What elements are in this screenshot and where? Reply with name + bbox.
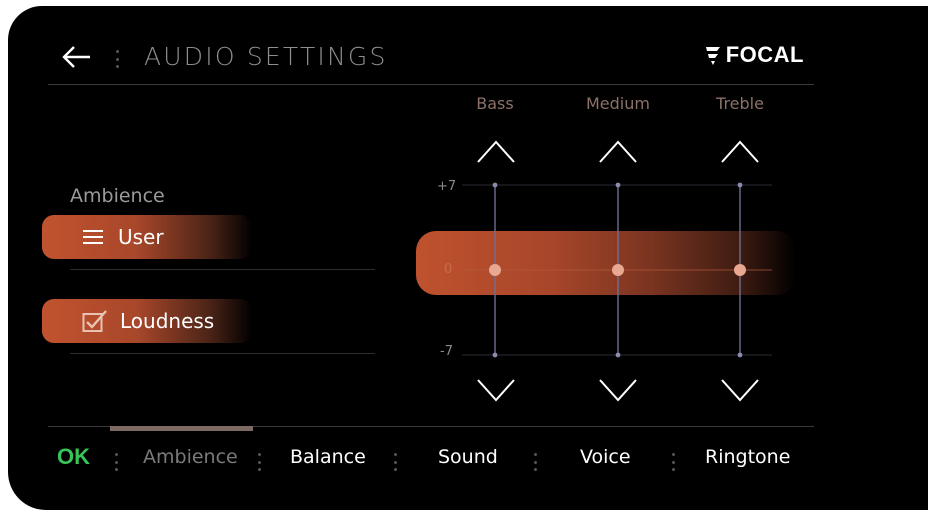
ok-button[interactable]: OK: [57, 444, 90, 470]
equalizer-graph: [462, 182, 772, 358]
treble-down-button[interactable]: [720, 378, 760, 404]
separator-dots-icon: [394, 453, 397, 471]
tab-balance[interactable]: Balance: [290, 446, 366, 468]
separator-dots-icon: [534, 453, 537, 471]
chevron-down-icon: [599, 379, 637, 402]
separator-dots-icon: [115, 453, 118, 471]
bass-slider-knob[interactable]: [489, 264, 501, 276]
medium-slider-knob[interactable]: [612, 264, 624, 276]
tab-ambience[interactable]: Ambience: [143, 446, 238, 468]
separator-dots-icon: [258, 453, 261, 471]
treble-slider-knob[interactable]: [734, 264, 746, 276]
separator-dots-icon: [672, 453, 675, 471]
bass-down-button[interactable]: [476, 378, 516, 404]
active-tab-indicator: [110, 426, 253, 431]
chevron-down-icon: [477, 379, 515, 402]
tab-ringtone[interactable]: Ringtone: [705, 446, 790, 468]
tab-sound[interactable]: Sound: [438, 446, 498, 468]
chevron-down-icon: [721, 379, 759, 402]
tab-voice[interactable]: Voice: [580, 446, 631, 468]
medium-down-button[interactable]: [598, 378, 638, 404]
